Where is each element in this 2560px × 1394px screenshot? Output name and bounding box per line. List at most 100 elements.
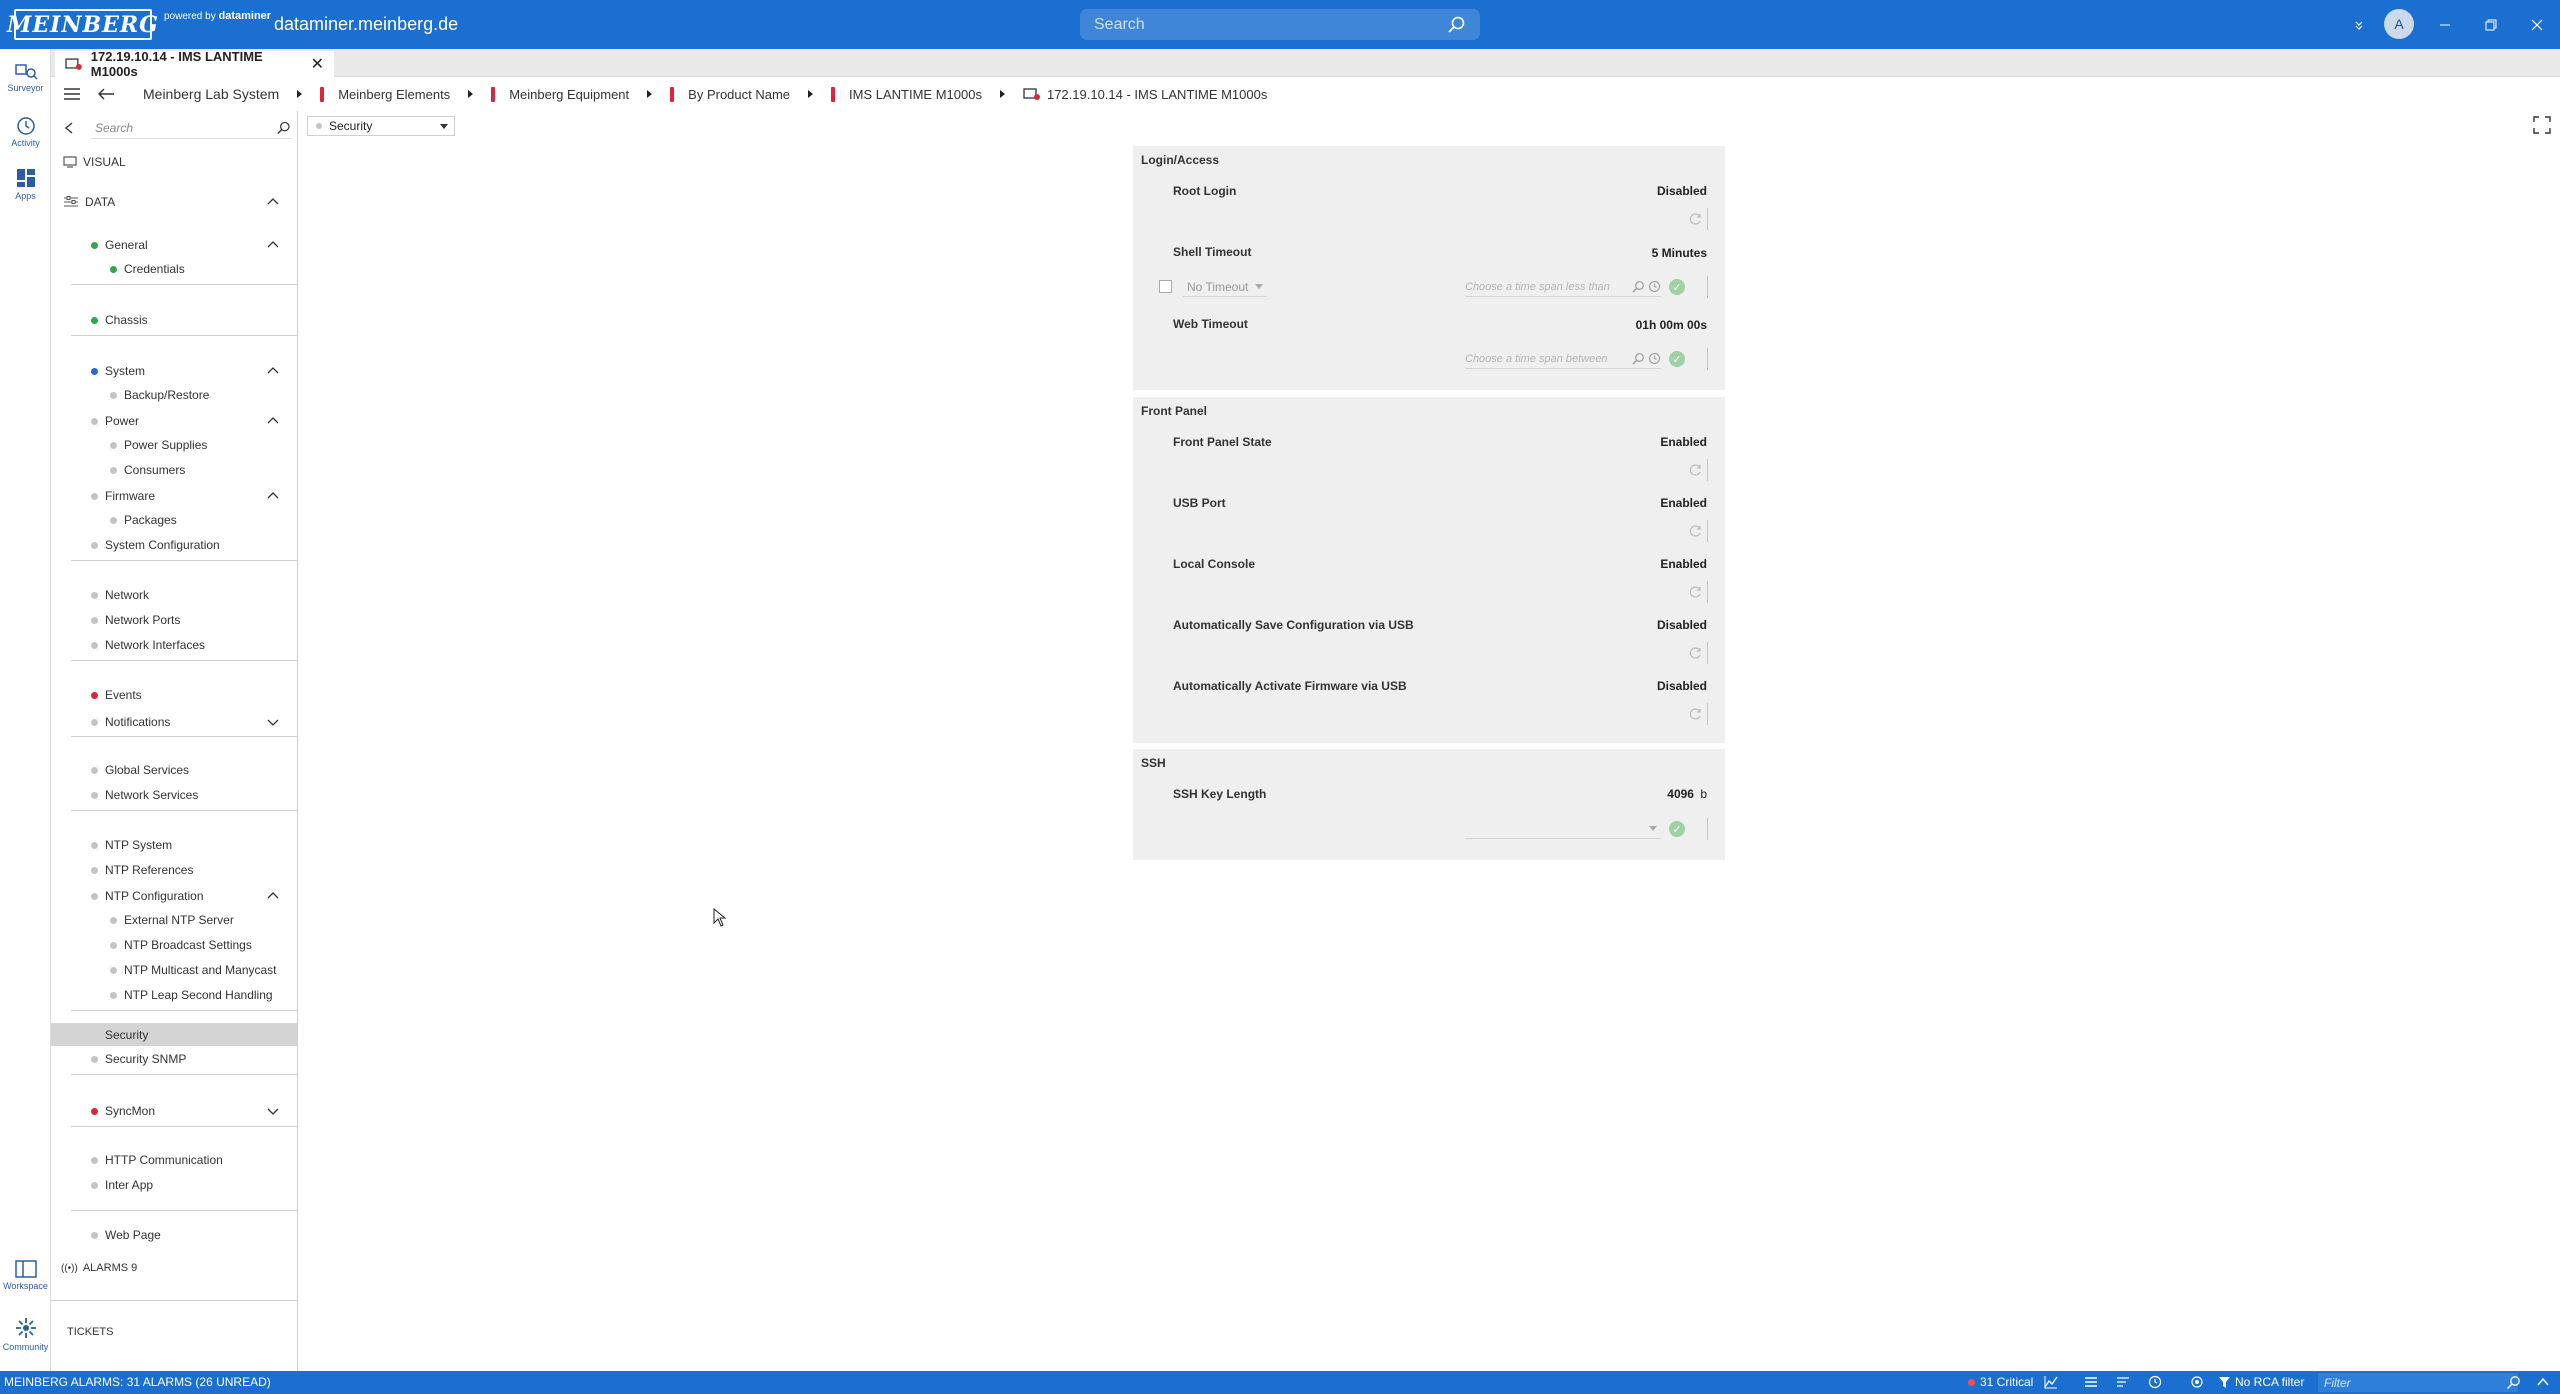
collapse-panel-icon[interactable] (63, 121, 75, 135)
tree-item-ntp-references[interactable]: NTP References (51, 859, 297, 881)
tree-alarms[interactable]: ((•)) ALARMS 9 (51, 1257, 297, 1279)
tree-item-notifications[interactable]: Notifications (51, 711, 297, 733)
crumb-arrow-icon[interactable] (647, 90, 653, 98)
tree-item-external-ntp[interactable]: External NTP Server (51, 909, 297, 931)
tree-item-http-communication[interactable]: HTTP Communication (51, 1149, 297, 1171)
confirm-check-icon[interactable]: ✓ (1669, 279, 1685, 295)
chevron-down-icon[interactable] (1649, 826, 1657, 831)
rca-filter[interactable]: No RCA filter (2218, 1375, 2304, 1389)
alarm-filter-input[interactable]: Filter (2318, 1373, 2518, 1392)
rail-workspace[interactable]: Workspace (0, 1252, 51, 1298)
crumb-product[interactable]: IMS LANTIME M1000s (831, 86, 1005, 102)
tree-item-power[interactable]: Power (51, 410, 297, 432)
crumb-lab-system[interactable]: Meinberg Lab System (143, 86, 303, 102)
confirm-check-icon[interactable]: ✓ (1669, 351, 1685, 367)
refresh-icon[interactable] (1689, 524, 1703, 538)
search-icon[interactable] (1446, 15, 1466, 35)
clock-icon[interactable] (1648, 280, 1661, 293)
tree-search[interactable] (91, 117, 291, 139)
refresh-icon[interactable] (1689, 646, 1703, 660)
history-clock-icon[interactable] (2148, 1375, 2162, 1389)
chevron-up-icon[interactable] (267, 196, 279, 208)
back-arrow-icon[interactable] (97, 87, 115, 101)
search-icon[interactable] (2506, 1375, 2521, 1390)
chevron-up-icon[interactable] (267, 890, 279, 902)
restore-icon[interactable] (2468, 0, 2514, 49)
chevron-up-icon[interactable] (267, 415, 279, 427)
rail-surveyor[interactable]: Surveyor (0, 55, 51, 101)
chevron-up-icon[interactable] (267, 365, 279, 377)
tree-item-security-snmp[interactable]: Security SNMP (51, 1048, 297, 1070)
refresh-icon[interactable] (1689, 585, 1703, 599)
minimize-icon[interactable] (2422, 0, 2468, 49)
crumb-elements[interactable]: Meinberg Elements (320, 86, 474, 102)
search-icon[interactable] (1631, 280, 1645, 294)
chevron-up-icon[interactable] (267, 239, 279, 251)
tree-item-general[interactable]: General (51, 234, 297, 256)
tree-item-network-services[interactable]: Network Services (51, 784, 297, 806)
tab-element-card[interactable]: 172.19.10.14 - IMS LANTIME M1000s ✕ (55, 49, 334, 79)
list-view-icon[interactable] (2084, 1375, 2098, 1389)
chevron-up-icon[interactable] (2536, 1375, 2550, 1389)
tree-visual[interactable]: VISUAL (51, 151, 297, 173)
page-selector[interactable]: Security (307, 116, 455, 136)
tree-item-syncmon[interactable]: SyncMon (51, 1100, 297, 1122)
ssh-key-length-dropdown[interactable] (1465, 819, 1661, 839)
tree-item-ntp-system[interactable]: NTP System (51, 834, 297, 856)
tree-tickets[interactable]: TICKETS (51, 1321, 297, 1343)
critical-count[interactable]: 31 Critical (1968, 1375, 2033, 1389)
rail-activity[interactable]: Activity (0, 109, 51, 155)
crumb-equipment[interactable]: Meinberg Equipment (491, 86, 653, 102)
global-search[interactable] (1080, 9, 1480, 40)
chevron-down-icon[interactable] (267, 1105, 279, 1117)
focus-icon[interactable] (2190, 1375, 2204, 1389)
crumb-by-product[interactable]: By Product Name (670, 86, 814, 102)
alarm-summary[interactable]: MEINBERG ALARMS: 31 ALARMS (26 UNREAD) (4, 1375, 271, 1389)
tree-item-backup[interactable]: Backup/Restore (51, 384, 297, 406)
crumb-arrow-icon[interactable] (297, 90, 303, 98)
trend-icon[interactable] (2044, 1375, 2058, 1389)
tree-item-network-interfaces[interactable]: Network Interfaces (51, 634, 297, 656)
tree-data[interactable]: DATA (51, 191, 297, 213)
rail-community[interactable]: Community (0, 1311, 51, 1357)
tree-item-power-supplies[interactable]: Power Supplies (51, 434, 297, 456)
global-search-input[interactable] (1094, 15, 1446, 34)
tree-item-global-services[interactable]: Global Services (51, 759, 297, 781)
tree-item-packages[interactable]: Packages (51, 509, 297, 531)
tree-item-ntp-broadcast[interactable]: NTP Broadcast Settings (51, 934, 297, 956)
shell-timeout-input[interactable]: Choose a time span less than (1465, 277, 1661, 297)
rail-apps[interactable]: Apps (0, 161, 51, 207)
tree-item-chassis[interactable]: Chassis (51, 309, 297, 331)
close-tab-icon[interactable]: ✕ (311, 54, 324, 74)
tree-item-consumers[interactable]: Consumers (51, 459, 297, 481)
no-timeout-checkbox[interactable] (1159, 280, 1172, 293)
tree-item-credentials[interactable]: Credentials (51, 258, 297, 280)
shell-timeout-dropdown[interactable]: No Timeout (1183, 277, 1267, 297)
avatar[interactable]: A (2384, 9, 2414, 39)
tree-item-ntp-configuration[interactable]: NTP Configuration (51, 885, 297, 907)
crumb-arrow-icon[interactable] (999, 90, 1005, 98)
refresh-icon[interactable] (1689, 463, 1703, 477)
fullscreen-icon[interactable] (2532, 115, 2552, 135)
crumb-arrow-icon[interactable] (808, 90, 814, 98)
confirm-check-icon[interactable]: ✓ (1669, 821, 1685, 837)
sort-icon[interactable] (2116, 1375, 2130, 1389)
chevron-down-icon[interactable] (440, 123, 448, 129)
more-menu-icon[interactable] (2336, 0, 2382, 49)
tree-item-system-configuration[interactable]: System Configuration (51, 534, 297, 556)
close-window-icon[interactable] (2514, 0, 2560, 49)
tree-item-events[interactable]: Events (51, 684, 297, 706)
tree-item-web-page[interactable]: Web Page (51, 1224, 297, 1246)
tree-item-network-ports[interactable]: Network Ports (51, 609, 297, 631)
chevron-up-icon[interactable] (267, 490, 279, 502)
tree-item-system[interactable]: System (51, 360, 297, 382)
web-timeout-input[interactable]: Choose a time span between (1465, 349, 1661, 369)
refresh-icon[interactable] (1689, 707, 1703, 721)
tree-search-input[interactable] (95, 120, 277, 135)
refresh-icon[interactable] (1689, 212, 1703, 226)
tree-item-firmware[interactable]: Firmware (51, 485, 297, 507)
tree-item-network[interactable]: Network (51, 584, 297, 606)
tree-item-ntp-leap[interactable]: NTP Leap Second Handling (51, 984, 297, 1006)
chevron-down-icon[interactable] (1255, 284, 1263, 289)
clock-icon[interactable] (1648, 352, 1661, 365)
